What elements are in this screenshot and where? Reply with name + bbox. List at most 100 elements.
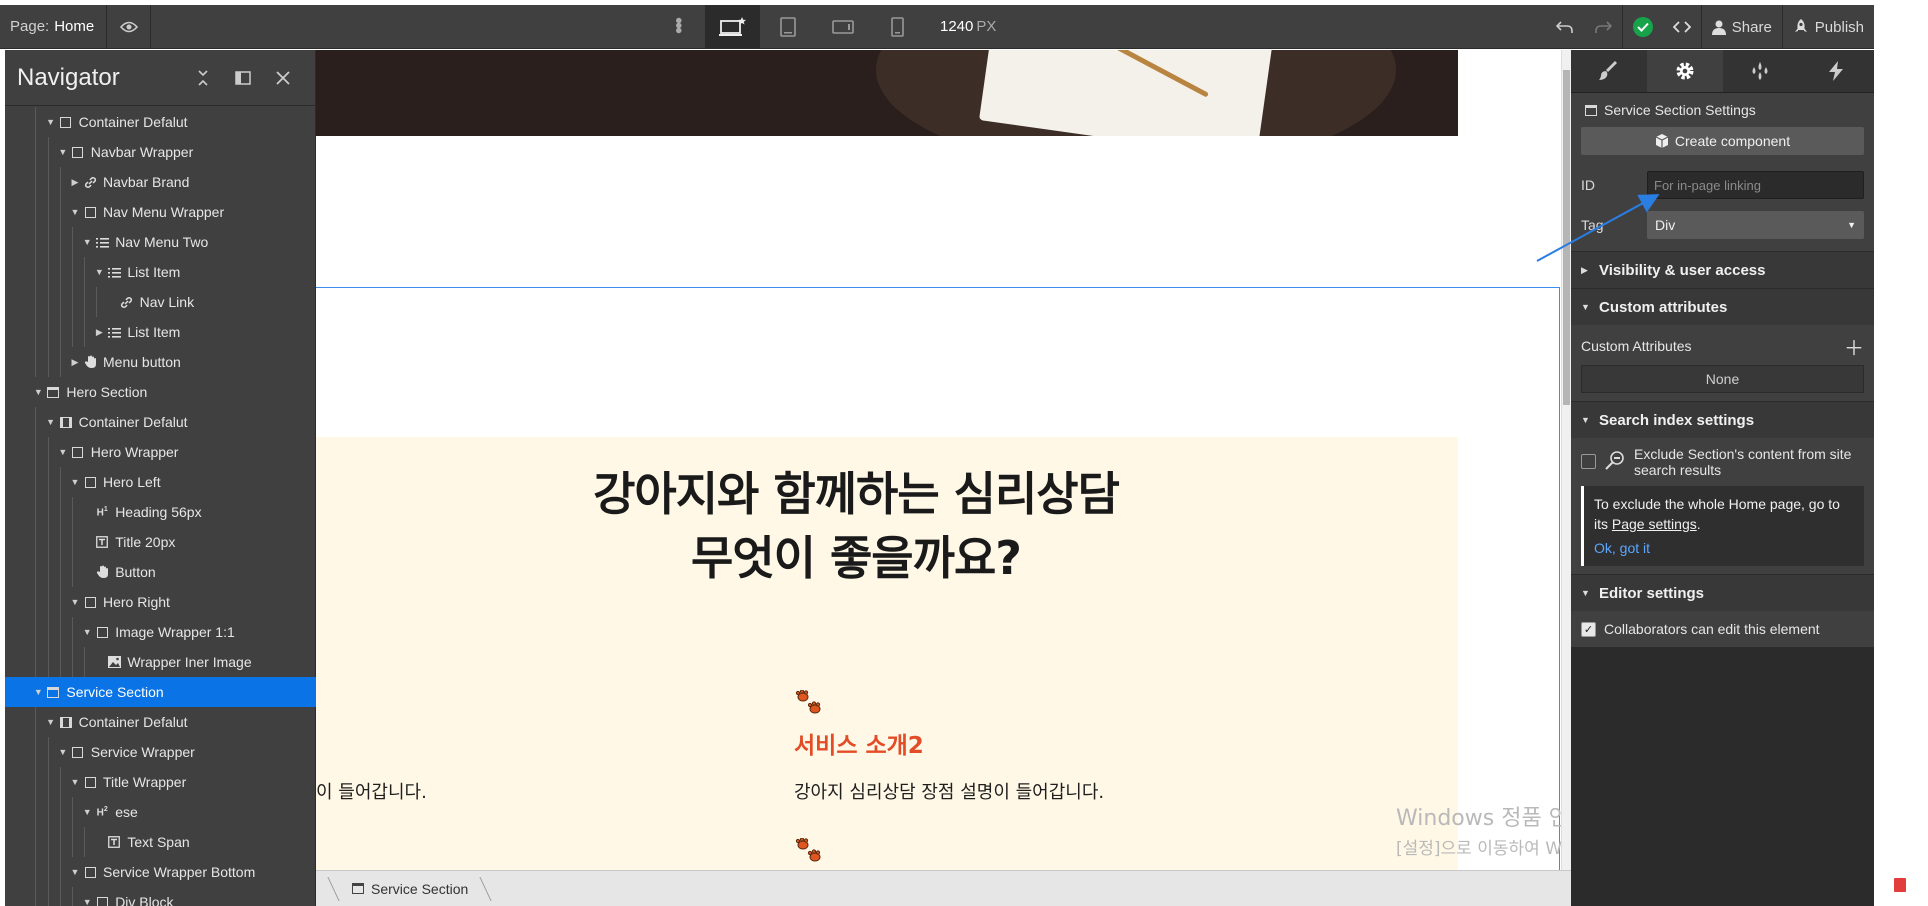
tree-guide-line bbox=[72, 797, 73, 827]
service-desc-right[interactable]: 강아지 심리상담 장점 설명이 들어갑니다. bbox=[794, 778, 1104, 804]
navigator-item-service-wrapper[interactable]: ▼ Service Wrapper bbox=[5, 737, 316, 767]
navigator-item-navbar-wrapper[interactable]: ▼ Navbar Wrapper bbox=[5, 137, 316, 167]
design-canvas[interactable]: 강아지와 함께하는 심리상담 무엇이 좋을까요? 서비스 소개2 이 들어갑니다… bbox=[316, 50, 1561, 870]
navigator-item-hero-section[interactable]: ▼ Hero Section bbox=[5, 377, 316, 407]
ok-got-it-link[interactable]: Ok, got it bbox=[1594, 538, 1854, 558]
caret-down-icon[interactable]: ▼ bbox=[33, 687, 43, 697]
tree-guide-line bbox=[59, 557, 61, 587]
page-selector[interactable]: Page: Home bbox=[0, 5, 108, 48]
navigator-item-image-wrapper-1-1[interactable]: ▼ Image Wrapper 1:1 bbox=[5, 617, 316, 647]
publish-button[interactable]: Publish bbox=[1783, 5, 1874, 49]
caret-down-icon[interactable]: ▼ bbox=[58, 747, 68, 757]
tree-guide-line bbox=[59, 347, 61, 377]
caret-down-icon[interactable]: ▼ bbox=[70, 777, 80, 787]
navigator-item-nav-link[interactable]: Nav Link bbox=[5, 287, 316, 317]
caret-down-icon[interactable]: ▼ bbox=[82, 627, 92, 637]
page-settings-link[interactable]: Page settings bbox=[1612, 516, 1697, 532]
navigator-item-hero-right[interactable]: ▼ Hero Right bbox=[5, 587, 316, 617]
breakpoint-landscape-button[interactable] bbox=[815, 5, 870, 49]
caret-down-icon[interactable]: ▼ bbox=[58, 447, 68, 457]
caret-down-icon[interactable]: ▼ bbox=[82, 807, 92, 817]
navigator-item-heading-56px[interactable]: H1 Heading 56px bbox=[5, 497, 316, 527]
caret-down-icon[interactable]: ▼ bbox=[70, 477, 80, 487]
caret-right-icon[interactable]: ▶ bbox=[70, 177, 80, 188]
navigator-item-container-defalut[interactable]: ▼ Container Defalut bbox=[5, 707, 316, 737]
close-navigator-button[interactable] bbox=[263, 70, 303, 85]
tab-lightning[interactable] bbox=[1798, 50, 1874, 92]
navigator-item-service-wrapper-bottom[interactable]: ▼ Service Wrapper Bottom bbox=[5, 857, 316, 887]
search-index-accordion[interactable]: ▼ Search index settings bbox=[1571, 401, 1874, 438]
caret-down-icon[interactable]: ▼ bbox=[33, 387, 43, 397]
breadcrumb-item-service-section[interactable]: Service Section bbox=[334, 871, 486, 906]
navigator-item-menu-button[interactable]: ▶ Menu button bbox=[5, 347, 316, 377]
navigator-item-wrapper-iner-image[interactable]: Wrapper Iner Image bbox=[5, 647, 316, 677]
collaborators-checkbox[interactable]: ✓ bbox=[1581, 621, 1596, 637]
canvas-scrollbar-thumb[interactable] bbox=[1563, 70, 1570, 405]
caret-down-icon[interactable]: ▼ bbox=[70, 207, 80, 217]
breadcrumb-prev[interactable] bbox=[316, 871, 334, 906]
tab-style[interactable] bbox=[1571, 50, 1647, 92]
custom-attributes-accordion[interactable]: ▼ Custom attributes bbox=[1571, 288, 1874, 325]
add-attribute-button[interactable]: ＋ bbox=[1844, 332, 1864, 361]
caret-down-icon[interactable]: ▼ bbox=[58, 147, 68, 157]
tree-guide-line bbox=[35, 287, 37, 317]
code-button[interactable] bbox=[1663, 5, 1701, 49]
navigator-item-container-defalut[interactable]: ▼ Container Defalut bbox=[5, 107, 316, 137]
caret-down-icon[interactable]: ▼ bbox=[82, 237, 92, 247]
navigator-item-div-block[interactable]: ▼ Div Block bbox=[5, 887, 316, 906]
exclude-checkbox[interactable] bbox=[1581, 454, 1596, 469]
more-dots-icon[interactable]: ••• bbox=[667, 17, 689, 32]
create-component-button[interactable]: Create component bbox=[1581, 127, 1864, 155]
tab-settings[interactable] bbox=[1646, 50, 1723, 92]
navigator-item-label: Navbar Brand bbox=[103, 174, 190, 190]
navigator-item-nav-menu-two[interactable]: ▼ Nav Menu Two bbox=[5, 227, 316, 257]
navigator-item-ese[interactable]: ▼ H2 ese bbox=[5, 797, 316, 827]
navigator-item-navbar-brand[interactable]: ▶ Navbar Brand bbox=[5, 167, 316, 197]
tree-guide-line bbox=[59, 287, 61, 317]
navigator-item-service-section[interactable]: ▼ Service Section bbox=[5, 677, 316, 707]
caret-down-icon[interactable]: ▼ bbox=[82, 897, 92, 906]
collapse-icon bbox=[198, 69, 208, 86]
caret-down-icon[interactable]: ▼ bbox=[94, 267, 104, 277]
breakpoint-tablet-button[interactable] bbox=[760, 5, 815, 49]
service-title[interactable]: 강아지와 함께하는 심리상담 무엇이 좋을까요? bbox=[516, 462, 1196, 590]
navigator-item-list-item[interactable]: ▶ List Item bbox=[5, 317, 316, 347]
id-input[interactable] bbox=[1647, 171, 1864, 199]
navigator-item-list-item[interactable]: ▼ List Item bbox=[5, 257, 316, 287]
editor-settings-accordion[interactable]: ▼ Editor settings bbox=[1571, 574, 1874, 611]
tag-select[interactable]: Div ▼ bbox=[1647, 211, 1864, 239]
breakpoint-portrait-button[interactable] bbox=[870, 5, 925, 49]
navigator-item-text-span[interactable]: Text Span bbox=[5, 827, 316, 857]
caret-down-icon[interactable]: ▼ bbox=[70, 597, 80, 607]
navigator-item-nav-menu-wrapper[interactable]: ▼ Nav Menu Wrapper bbox=[5, 197, 316, 227]
canvas-width-readout: 1240 PX bbox=[940, 18, 996, 35]
redo-button[interactable] bbox=[1584, 5, 1622, 49]
status-button[interactable] bbox=[1623, 5, 1663, 49]
navigator-item-button[interactable]: Button bbox=[5, 557, 316, 587]
navigator-item-title-20px[interactable]: Title 20px bbox=[5, 527, 316, 557]
taskbar-corner bbox=[1874, 836, 1928, 906]
visibility-accordion[interactable]: ▶ Visibility & user access bbox=[1571, 251, 1874, 288]
navigator-item-title-wrapper[interactable]: ▼ Title Wrapper bbox=[5, 767, 316, 797]
navigator-item-hero-left[interactable]: ▼ Hero Left bbox=[5, 467, 316, 497]
tab-interactions[interactable] bbox=[1723, 50, 1799, 92]
caret-down-icon[interactable]: ▼ bbox=[70, 867, 80, 877]
collapse-all-button[interactable] bbox=[183, 69, 223, 86]
navigator-item-container-defalut[interactable]: ▼ Container Defalut bbox=[5, 407, 316, 437]
dock-panel-button[interactable] bbox=[223, 70, 263, 85]
preview-button[interactable] bbox=[107, 5, 152, 48]
caret-right-icon[interactable]: ▶ bbox=[70, 357, 80, 368]
service-heading-2[interactable]: 서비스 소개2 bbox=[794, 726, 924, 760]
undo-button[interactable] bbox=[1546, 5, 1584, 49]
service-desc-left[interactable]: 이 들어갑니다. bbox=[316, 778, 427, 804]
breakpoint-desktop-button[interactable] bbox=[705, 5, 760, 49]
caret-down-icon[interactable]: ▼ bbox=[46, 117, 56, 127]
navigator-item-label: Menu button bbox=[103, 354, 181, 370]
share-button[interactable]: Share bbox=[1702, 5, 1782, 49]
caret-down-icon[interactable]: ▼ bbox=[46, 417, 56, 427]
navigator-item-hero-wrapper[interactable]: ▼ Hero Wrapper bbox=[5, 437, 316, 467]
canvas-scrollbar[interactable] bbox=[1561, 50, 1571, 870]
caret-down-icon[interactable]: ▼ bbox=[46, 717, 56, 727]
caret-right-icon[interactable]: ▶ bbox=[94, 327, 104, 338]
tree-guide-line bbox=[35, 107, 37, 137]
